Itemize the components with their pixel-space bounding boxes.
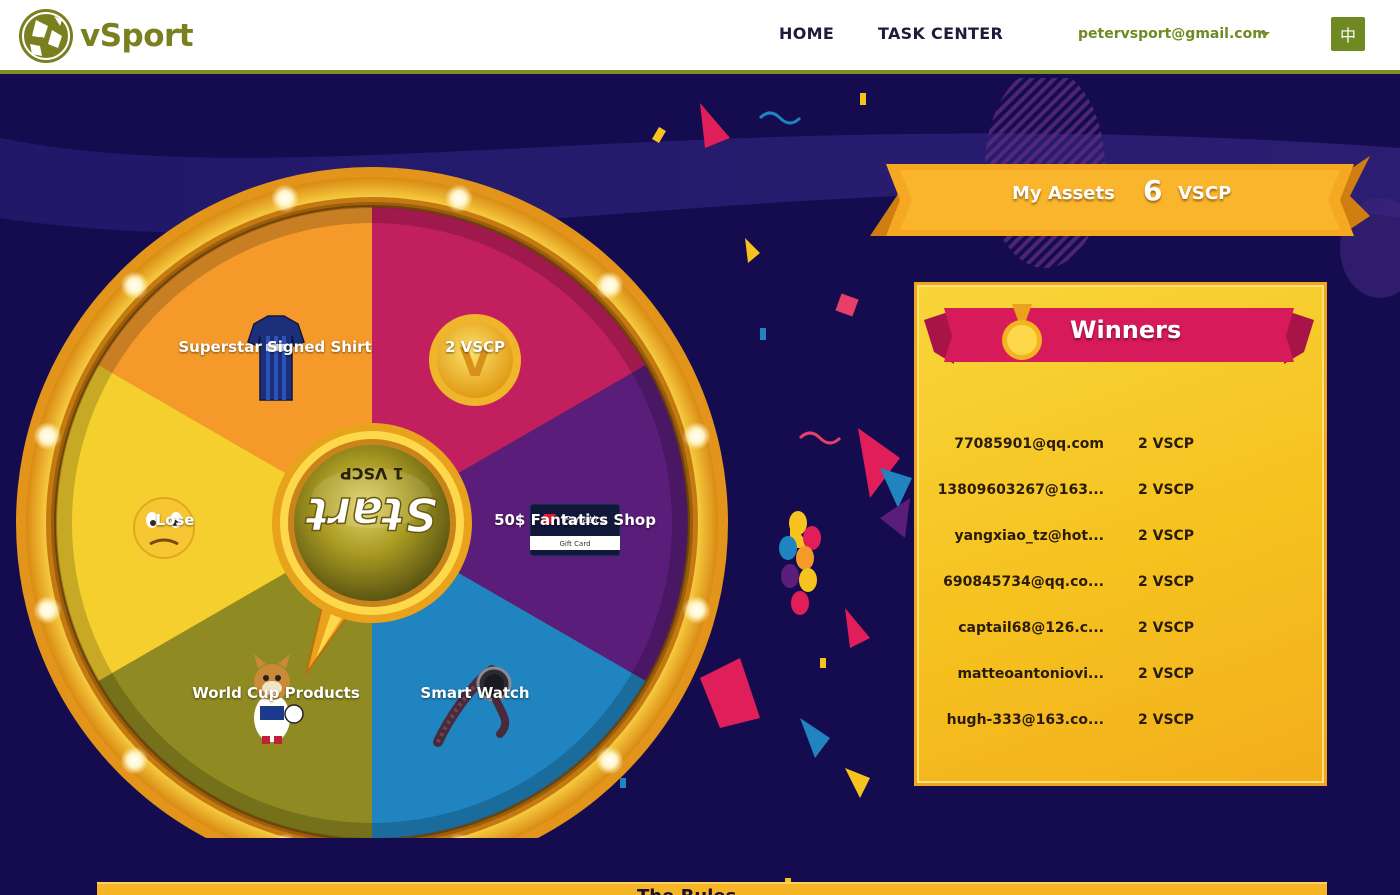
prize-wheel: V Fanatics Gift Card Start 1 VSCP xyxy=(16,167,728,838)
winner-row: captail68@126.c... 2 VSCP xyxy=(930,620,1310,644)
rim-light xyxy=(120,746,149,775)
slice-label-smart-watch: Smart Watch xyxy=(420,684,530,702)
rim-light xyxy=(682,595,711,624)
nav-task-center[interactable]: TASK CENTER xyxy=(878,24,1003,43)
winner-row: 690845734@qq.co... 2 VSCP xyxy=(930,574,1310,598)
rules-title: The Rules xyxy=(637,886,736,895)
winner-row: yangxiao_tz@hot... 2 VSCP xyxy=(930,528,1310,552)
rim-light xyxy=(271,184,300,213)
chevron-down-icon[interactable] xyxy=(1260,32,1270,37)
logo-text: vSport xyxy=(80,18,194,54)
start-spin-button[interactable]: Start 1 VSCP xyxy=(272,423,472,623)
winner-email: yangxiao_tz@hot... xyxy=(954,528,1104,544)
winner-prize: 2 VSCP xyxy=(1138,436,1195,452)
lucky-draw-stage: V Fanatics Gift Card Start 1 VSCP Supers… xyxy=(0,78,1400,895)
winner-email: captail68@126.c... xyxy=(958,620,1104,636)
slice-label-2-vscp: 2 VSCP xyxy=(444,338,506,356)
winner-email: 690845734@qq.co... xyxy=(943,574,1104,590)
rules-section: The Rules xyxy=(97,882,1327,895)
gift-card-caption: Gift Card xyxy=(559,540,590,548)
winner-email: 13809603267@163... xyxy=(937,482,1104,498)
top-navbar: vSport HOME TASK CENTER petervsport@gmai… xyxy=(0,0,1400,74)
winners-title: Winners xyxy=(1070,316,1182,344)
rim-light xyxy=(33,595,62,624)
winner-row: 77085901@qq.com 2 VSCP xyxy=(930,436,1310,460)
rim-light xyxy=(682,422,711,451)
soccer-ball-icon xyxy=(19,9,73,63)
nav-home[interactable]: HOME xyxy=(779,24,834,43)
slice-label-fantatics-shop: 50$ Fantatics Shop xyxy=(494,511,656,529)
rim-light xyxy=(595,746,624,775)
winner-row: matteoantoniovi... 2 VSCP xyxy=(930,666,1310,690)
my-assets-unit: VSCP xyxy=(1178,183,1232,204)
user-email-menu[interactable]: petervsport@gmail.com xyxy=(1078,26,1267,42)
winner-row: hugh-333@163.co... 2 VSCP xyxy=(930,712,1310,736)
logo[interactable]: vSport xyxy=(18,8,194,64)
start-cost: 1 VSCP xyxy=(340,464,404,483)
slice-label-world-cup-products: World Cup Products xyxy=(192,684,360,702)
my-assets-value: 6 xyxy=(1143,174,1163,207)
winner-email: hugh-333@163.co... xyxy=(946,712,1104,728)
winner-email: 77085901@qq.com xyxy=(954,436,1104,452)
winner-prize: 2 VSCP xyxy=(1138,482,1195,498)
rim-light xyxy=(595,271,624,300)
winner-prize: 2 VSCP xyxy=(1138,574,1195,590)
winner-email: matteoantoniovi... xyxy=(957,666,1104,682)
slice-label-superstar-shirt: Superstar Signed Shirt xyxy=(178,338,372,356)
language-toggle-button[interactable]: 中 xyxy=(1331,17,1365,51)
winner-row: 13809603267@163... 2 VSCP xyxy=(930,482,1310,506)
rim-light xyxy=(33,422,62,451)
slice-label-lose: Lose xyxy=(155,511,195,529)
my-assets-label: My Assets xyxy=(1012,183,1115,204)
rim-light xyxy=(120,271,149,300)
winner-prize: 2 VSCP xyxy=(1138,666,1195,682)
rim-light xyxy=(444,184,473,213)
winner-prize: 2 VSCP xyxy=(1138,620,1195,636)
winner-prize: 2 VSCP xyxy=(1138,528,1195,544)
coin-icon: V xyxy=(429,314,521,406)
my-assets-ribbon xyxy=(870,156,1370,236)
winner-prize: 2 VSCP xyxy=(1138,712,1195,728)
start-label: Start xyxy=(305,487,438,541)
